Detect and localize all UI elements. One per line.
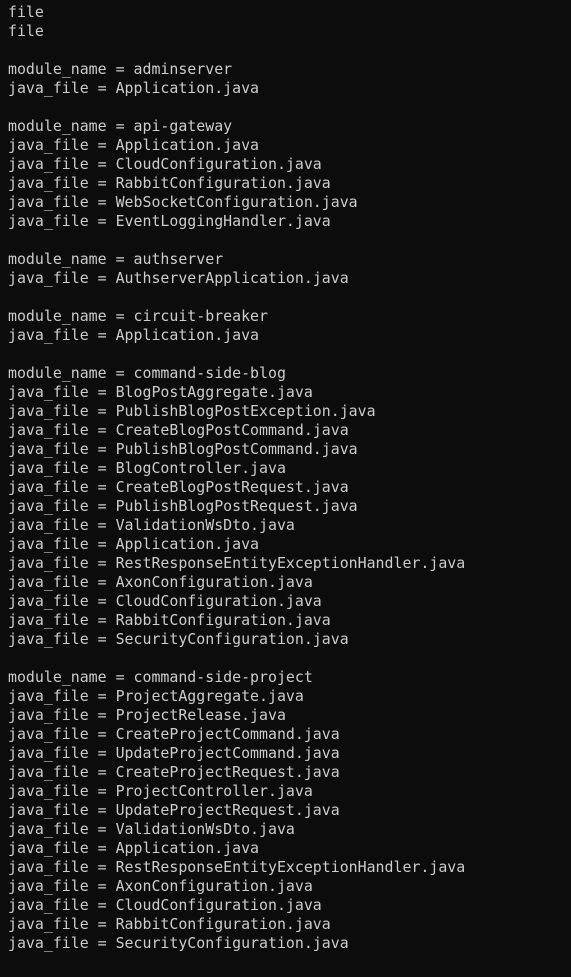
terminal-line: java_file = ValidationWsDto.java — [8, 820, 295, 838]
terminal-line: java_file = CreateBlogPostRequest.java — [8, 478, 349, 496]
terminal-line: java_file = RabbitConfiguration.java — [8, 611, 331, 629]
terminal-line: java_file = PublishBlogPostException.jav… — [8, 402, 376, 420]
terminal-line: java_file = Application.java — [8, 839, 260, 857]
terminal-line: java_file = AxonConfiguration.java — [8, 573, 313, 591]
terminal-line: module_name = circuit-breaker — [8, 307, 268, 325]
terminal-line: java_file = Application.java — [8, 79, 260, 97]
terminal-line: module_name = command-side-blog — [8, 364, 286, 382]
terminal-line: java_file = UpdateProjectCommand.java — [8, 744, 340, 762]
terminal-line: java_file = SecurityConfiguration.java — [8, 934, 349, 952]
terminal-line: file — [8, 3, 44, 21]
terminal-line: java_file = ValidationWsDto.java — [8, 516, 295, 534]
terminal-line: java_file = CloudConfiguration.java — [8, 592, 322, 610]
terminal-line: java_file = Application.java — [8, 136, 260, 154]
terminal-line: java_file = UpdateProjectRequest.java — [8, 801, 340, 819]
terminal-line: java_file = EventLoggingHandler.java — [8, 212, 331, 230]
terminal-line: java_file = RestResponseEntityExceptionH… — [8, 858, 466, 876]
terminal-line: module_name = authserver — [8, 250, 224, 268]
terminal-line: java_file = BlogController.java — [8, 459, 286, 477]
terminal-line: java_file = BlogPostAggregate.java — [8, 383, 313, 401]
terminal-line: java_file = ProjectAggregate.java — [8, 687, 304, 705]
terminal-output[interactable]: file file module_name = adminserver java_fi… — [0, 0, 571, 977]
terminal-line: java_file = RabbitConfiguration.java — [8, 174, 331, 192]
terminal-line: java_file = PublishBlogPostCommand.java — [8, 440, 358, 458]
terminal-line: java_file = AuthserverApplication.java — [8, 269, 349, 287]
terminal-line: java_file = PublishBlogPostRequest.java — [8, 497, 358, 515]
terminal-line: java_file = CreateBlogPostCommand.java — [8, 421, 349, 439]
terminal-line: java_file = RabbitConfiguration.java — [8, 915, 331, 933]
terminal-line: module_name = command-side-project — [8, 668, 313, 686]
terminal-line: java_file = RestResponseEntityExceptionH… — [8, 554, 466, 572]
terminal-line: module_name = api-gateway — [8, 117, 233, 135]
terminal-line: java_file = SecurityConfiguration.java — [8, 630, 349, 648]
terminal-line: java_file = WebSocketConfiguration.java — [8, 193, 358, 211]
terminal-line: java_file = ProjectRelease.java — [8, 706, 286, 724]
terminal-line: java_file = AxonConfiguration.java — [8, 877, 313, 895]
terminal-line: file — [8, 22, 44, 40]
terminal-line: java_file = CloudConfiguration.java — [8, 896, 322, 914]
terminal-line: java_file = Application.java — [8, 326, 260, 344]
terminal-line: java_file = CloudConfiguration.java — [8, 155, 322, 173]
terminal-line: java_file = CreateProjectRequest.java — [8, 763, 340, 781]
terminal-line: java_file = Application.java — [8, 535, 260, 553]
terminal-line: java_file = ProjectController.java — [8, 782, 313, 800]
terminal-line: java_file = CreateProjectCommand.java — [8, 725, 340, 743]
terminal-line: module_name = adminserver — [8, 60, 233, 78]
